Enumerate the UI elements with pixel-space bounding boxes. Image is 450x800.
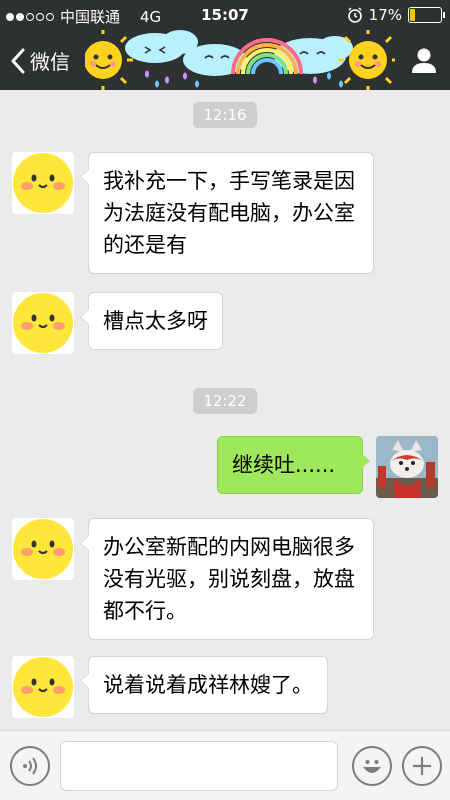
- battery-icon: [408, 7, 445, 23]
- fox-avatar-icon: [376, 436, 438, 498]
- voice-button[interactable]: [10, 746, 50, 786]
- emoji-button[interactable]: [352, 746, 392, 786]
- message-text: 继续吐......: [232, 453, 336, 477]
- message-input[interactable]: [60, 741, 338, 791]
- message-bubble[interactable]: 我补充一下，手写笔录是因为法庭没有配电脑，办公室的还是有: [80, 152, 374, 274]
- nav-bar: 微信: [0, 30, 450, 90]
- avatar[interactable]: [12, 518, 74, 580]
- person-icon[interactable]: [410, 46, 438, 74]
- alarm-icon: [347, 7, 362, 23]
- timestamp-label: 12:16: [193, 102, 257, 128]
- timestamp-label: 12:22: [193, 388, 257, 414]
- message-text: 槽点太多呀: [103, 309, 208, 333]
- smiley-avatar-icon: [12, 152, 74, 214]
- avatar[interactable]: [12, 152, 74, 214]
- voice-icon: [23, 757, 37, 775]
- input-bar: [0, 730, 450, 800]
- message-bubble[interactable]: 槽点太多呀: [80, 292, 223, 350]
- avatar[interactable]: [12, 656, 74, 718]
- more-button[interactable]: [402, 746, 442, 786]
- plus-icon: [413, 757, 431, 775]
- battery-percent: 17%: [368, 6, 402, 24]
- chevron-left-icon: [11, 48, 25, 73]
- timestamp: 12:22: [0, 388, 450, 414]
- timestamp: 12:16: [0, 102, 450, 128]
- battery-fill: [410, 9, 415, 21]
- smiley-icon: [363, 760, 381, 773]
- sun-icon: [85, 30, 133, 90]
- message-text: 我补充一下，手写笔录是因为法庭没有配电脑，办公室的还是有: [103, 169, 355, 257]
- back-button[interactable]: 微信: [10, 46, 70, 75]
- message-bubble[interactable]: 说着说着成祥林嫂了。: [80, 656, 328, 714]
- avatar[interactable]: [12, 292, 74, 354]
- smiley-avatar-icon: [12, 292, 74, 354]
- message-bubble-outgoing[interactable]: 继续吐......: [217, 436, 370, 494]
- back-label: 微信: [30, 50, 70, 74]
- status-bar: 中国联通 4G 15:07 17%: [0, 0, 450, 30]
- sun-icon: [338, 30, 395, 90]
- message-bubble[interactable]: 办公室新配的内网电脑很多没有光驱，别说刻盘，放盘都不行。: [80, 518, 374, 640]
- smiley-avatar-icon: [12, 656, 74, 718]
- chat-area[interactable]: 12:16 我补充一下，手写笔录是因为法庭没有配电脑，办公室的还是有 槽点太多呀…: [0, 90, 450, 730]
- weather-sticker-decoration: [85, 30, 395, 90]
- message-text: 说着说着成祥林嫂了。: [103, 673, 313, 697]
- my-avatar[interactable]: [376, 436, 438, 498]
- smiley-avatar-icon: [12, 518, 74, 580]
- message-text: 办公室新配的内网电脑很多没有光驱，别说刻盘，放盘都不行。: [103, 535, 355, 623]
